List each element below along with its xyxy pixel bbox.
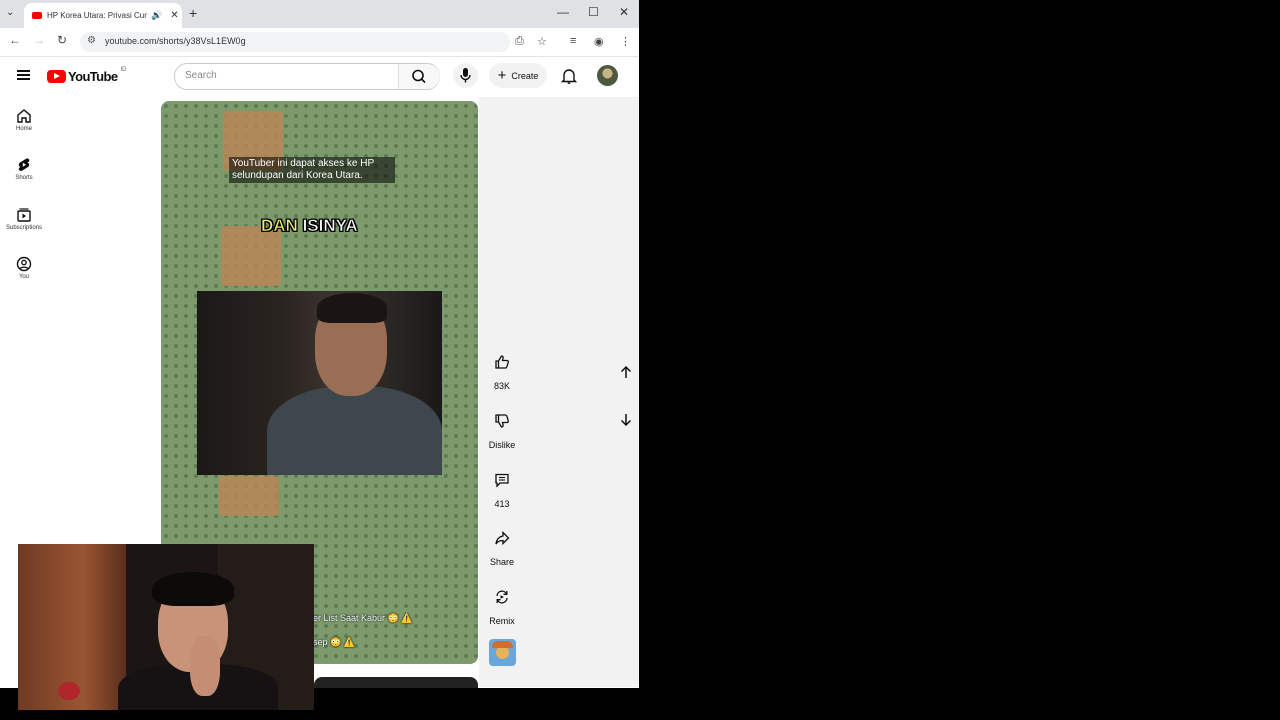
- share-label: Share: [489, 557, 515, 567]
- browser-menu-icon[interactable]: ⋮: [620, 35, 631, 48]
- guide-item-shorts[interactable]: Shorts: [0, 157, 48, 181]
- browser-toolbar: ← → ↻ ⚙ youtube.com/shorts/y38VsL1EW0g ⎙…: [0, 28, 639, 57]
- media-controls-icon[interactable]: ≡: [570, 35, 576, 47]
- like-count: 83K: [493, 381, 510, 391]
- previous-short-button[interactable]: [616, 362, 636, 382]
- caption-line-2: selundupan dari Korea Utara.: [232, 170, 363, 181]
- arrow-up-icon: [620, 365, 632, 378]
- share-icon: [495, 530, 510, 546]
- webcam-background-object: [58, 682, 80, 700]
- new-tab-icon[interactable]: +: [189, 5, 197, 21]
- youtube-play-icon: [47, 70, 66, 83]
- video-caption: YouTuber ini dapat akses ke HP selundupa…: [229, 157, 395, 183]
- thumbs-up-icon: [495, 355, 509, 369]
- youtube-favicon-icon: [32, 12, 42, 19]
- search-icon: [412, 69, 426, 84]
- youtube-header: YouTube ID Search + Create: [0, 57, 639, 97]
- tab-search-icon[interactable]: ⌄: [6, 7, 14, 18]
- guide-label-you: You: [18, 274, 30, 280]
- short-subtitle-overlay: sep 😳 ⚠️: [313, 637, 355, 647]
- search-input[interactable]: Search: [185, 70, 217, 81]
- guide-label-home: Home: [15, 126, 32, 132]
- next-short-button[interactable]: [616, 410, 636, 430]
- comment-count: 413: [494, 499, 510, 509]
- webcam-person-hair: [152, 572, 234, 606]
- country-code: ID: [120, 66, 127, 73]
- speaker-icon[interactable]: 🔊: [151, 10, 162, 21]
- like-action[interactable]: 83K: [485, 345, 519, 391]
- logo-text: YouTube: [68, 69, 118, 84]
- caption-line-1: YouTuber ini dapat akses ke HP: [232, 158, 375, 169]
- arrow-down-icon: [620, 414, 632, 427]
- bookmark-star-icon[interactable]: ☆: [537, 35, 547, 48]
- embedded-video-frame: [197, 291, 442, 475]
- guide-item-home[interactable]: Home: [0, 108, 48, 132]
- subscriptions-icon: [17, 208, 31, 222]
- webcam-person-hand: [190, 636, 220, 696]
- url-text: youtube.com/shorts/y38VsL1EW0g: [105, 36, 246, 46]
- remix-button[interactable]: [485, 580, 519, 614]
- comment-icon: [495, 473, 509, 488]
- guide-item-subscriptions[interactable]: Subscriptions: [0, 207, 48, 231]
- remix-icon: [496, 590, 508, 604]
- channel-avatar[interactable]: [489, 639, 516, 666]
- dislike-button[interactable]: [485, 404, 519, 438]
- plus-icon: +: [497, 67, 507, 84]
- thumbs-down-icon: [495, 414, 509, 428]
- person-body: [267, 386, 442, 475]
- share-button[interactable]: [485, 521, 519, 555]
- site-info-icon[interactable]: ⚙: [87, 35, 96, 46]
- youtube-logo[interactable]: YouTube ID: [47, 66, 127, 84]
- next-short-preview[interactable]: [314, 677, 478, 688]
- webcam-overlay: [18, 544, 314, 710]
- comments-action[interactable]: 413: [485, 463, 519, 509]
- voice-search-button[interactable]: [453, 63, 478, 88]
- dislike-label: Dislike: [488, 440, 516, 450]
- remix-label: Remix: [489, 616, 515, 626]
- person-hair: [317, 293, 387, 323]
- close-tab-icon[interactable]: ✕: [170, 10, 178, 21]
- back-icon[interactable]: ←: [9, 33, 21, 47]
- search-box[interactable]: Search: [174, 63, 440, 90]
- biscuit-decoration: [219, 476, 279, 516]
- guide-label-subscriptions: Subscriptions: [5, 225, 43, 231]
- create-label: Create: [511, 70, 539, 81]
- big-caption-highlight: DAN: [261, 216, 298, 236]
- like-button[interactable]: [485, 345, 519, 379]
- forward-icon[interactable]: →: [33, 33, 45, 47]
- install-app-icon[interactable]: ⎙: [515, 35, 524, 48]
- tab-title: HP Korea Utara: Privasi Cum: [47, 11, 147, 20]
- microphone-icon: [460, 68, 471, 83]
- address-bar[interactable]: ⚙ youtube.com/shorts/y38VsL1EW0g: [80, 32, 510, 52]
- you-icon: [16, 256, 32, 272]
- comments-button[interactable]: [485, 463, 519, 497]
- share-action[interactable]: Share: [485, 521, 519, 567]
- notifications-bell-icon[interactable]: [560, 67, 578, 85]
- tab-strip: ⌄ HP Korea Utara: Privasi Cum 🔊 ✕ + — ☐ …: [0, 0, 639, 28]
- short-title-overlay: er List Saat Kabur 😳 ⚠️: [313, 613, 413, 623]
- big-caption: DAN ISINYA: [261, 216, 358, 236]
- reload-icon[interactable]: ↻: [57, 33, 67, 47]
- dislike-action[interactable]: Dislike: [485, 404, 519, 450]
- create-button[interactable]: + Create: [489, 63, 547, 88]
- account-avatar[interactable]: [597, 65, 618, 86]
- maximize-icon[interactable]: ☐: [588, 5, 599, 19]
- active-tab[interactable]: HP Korea Utara: Privasi Cum 🔊 ✕: [24, 3, 182, 28]
- profile-icon[interactable]: ◉: [594, 35, 604, 48]
- big-caption-word: ISINYA: [302, 216, 358, 236]
- minimize-icon[interactable]: —: [557, 5, 569, 19]
- guide-item-you[interactable]: You: [0, 256, 48, 280]
- search-button[interactable]: [398, 64, 440, 89]
- channel-avatar-hat: [492, 641, 513, 648]
- close-window-icon[interactable]: ✕: [619, 5, 629, 19]
- home-icon: [17, 109, 31, 123]
- menu-icon[interactable]: [17, 70, 30, 80]
- remix-action[interactable]: Remix: [485, 580, 519, 626]
- shorts-icon: [18, 158, 30, 172]
- guide-label-shorts: Shorts: [15, 175, 33, 181]
